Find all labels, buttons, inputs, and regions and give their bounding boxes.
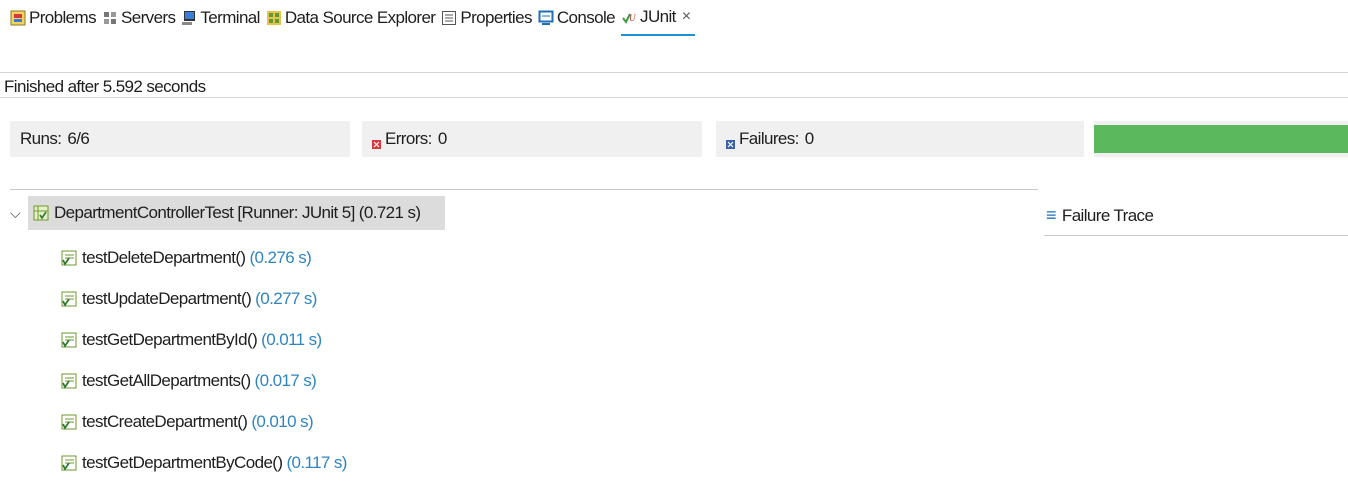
tab-terminal-label: Terminal: [200, 8, 260, 27]
divider: [10, 189, 1038, 190]
tab-data-source-explorer-label: Data Source Explorer: [284, 8, 436, 27]
test-time: (0.011 s): [261, 330, 322, 349]
progress-bar: [1094, 125, 1348, 153]
test-item[interactable]: testGetDepartmentById() (0.011 s): [60, 323, 322, 357]
tab-console-label: Console: [556, 8, 616, 27]
test-pass-icon: [60, 249, 78, 267]
tab-data-source-explorer[interactable]: Data Source Explorer: [266, 0, 442, 36]
failure-trace-header: ≡ Failure Trace: [1044, 196, 1348, 236]
status-text: Finished after 5.592 seconds: [4, 77, 206, 96]
runs-label: Runs:: [20, 129, 62, 148]
errors-counter: Errors: 0: [362, 121, 702, 157]
data-source-explorer-icon: [266, 10, 282, 26]
failures-counter: Failures: 0: [716, 121, 1084, 157]
tree-root-item[interactable]: DepartmentControllerTest [Runner: JUnit …: [28, 196, 445, 230]
test-item[interactable]: testUpdateDepartment() (0.277 s): [60, 282, 317, 316]
failure-trace-icon: ≡: [1046, 205, 1057, 225]
test-name: testGetDepartmentByCode(): [82, 453, 283, 472]
servers-icon: [102, 10, 118, 26]
tab-console[interactable]: Console: [538, 0, 621, 36]
tab-terminal[interactable]: Terminal: [181, 0, 265, 36]
tab-junit[interactable]: U JUnit ×: [621, 0, 695, 36]
properties-icon: [441, 10, 457, 26]
chevron-down-icon[interactable]: ⌵: [10, 205, 21, 222]
test-item[interactable]: testGetDepartmentByCode() (0.117 s): [60, 446, 347, 480]
test-time: (0.276 s): [249, 248, 312, 267]
terminal-icon: [181, 10, 197, 26]
tab-problems[interactable]: Problems: [10, 0, 102, 36]
test-name: testUpdateDepartment(): [82, 289, 252, 308]
console-icon: [538, 10, 554, 26]
tab-junit-label: JUnit: [640, 7, 676, 26]
test-time: (0.277 s): [255, 289, 317, 308]
failures-value: 0: [804, 129, 814, 148]
test-item[interactable]: testGetAllDepartments() (0.017 s): [60, 364, 317, 398]
failures-label: Failures:: [739, 129, 799, 148]
tab-problems-label: Problems: [29, 8, 97, 27]
runs-value: 6/6: [67, 129, 90, 148]
test-pass-icon: [60, 413, 78, 431]
counters-panel: Runs: 6/6 Errors: 0 Failures: 0: [0, 121, 1348, 157]
test-suite-icon: [32, 204, 50, 222]
failure-trace-label: Failure Trace: [1061, 205, 1154, 225]
errors-value: 0: [437, 129, 447, 148]
test-name: testDeleteDepartment(): [82, 248, 246, 267]
test-time: (0.010 s): [251, 412, 314, 431]
tree-root-time: (0.721 s): [358, 203, 421, 222]
error-icon: [372, 134, 381, 149]
test-pass-icon: [60, 331, 78, 349]
test-pass-icon: [60, 454, 78, 472]
test-name: testCreateDepartment(): [82, 412, 248, 431]
tab-servers[interactable]: Servers: [102, 0, 181, 36]
view-tab-bar: Problems Servers Terminal Data Source Ex…: [0, 0, 1348, 36]
runs-counter: Runs: 6/6: [10, 121, 350, 157]
test-item[interactable]: testCreateDepartment() (0.010 s): [60, 405, 314, 439]
test-item[interactable]: testDeleteDepartment() (0.276 s): [60, 241, 312, 275]
failure-icon: [726, 134, 735, 149]
test-pass-icon: [60, 290, 78, 308]
problems-icon: [10, 10, 26, 26]
test-time: (0.117 s): [286, 453, 347, 472]
test-name: testGetAllDepartments(): [82, 371, 251, 390]
tab-properties[interactable]: Properties: [441, 0, 537, 36]
test-time: (0.017 s): [254, 371, 317, 390]
junit-icon: U: [621, 9, 637, 25]
test-name: testGetDepartmentById(): [82, 330, 258, 349]
errors-label: Errors:: [385, 129, 432, 148]
tab-properties-label: Properties: [460, 8, 532, 27]
close-icon[interactable]: ×: [682, 8, 691, 26]
tree-root-label: DepartmentControllerTest [Runner: JUnit …: [54, 203, 355, 222]
svg-text:U: U: [629, 13, 636, 23]
test-pass-icon: [60, 372, 78, 390]
tab-servers-label: Servers: [121, 8, 176, 27]
